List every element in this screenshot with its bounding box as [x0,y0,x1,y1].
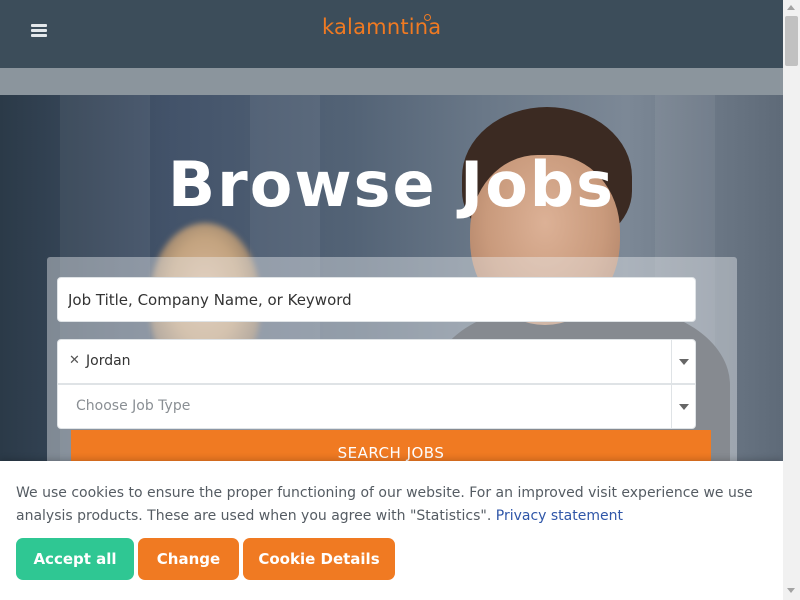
menu-line [31,29,47,32]
change-label: Change [156,550,221,568]
page-title: Browse Jobs [167,148,616,221]
close-icon[interactable]: ✕ [69,353,80,368]
job-type-select[interactable]: Choose Job Type [57,384,696,429]
scroll-down-arrow-icon[interactable] [787,588,795,593]
cookie-details-label: Cookie Details [258,550,380,568]
menu-line [31,34,47,37]
change-button[interactable]: Change [138,538,239,580]
select-divider [671,340,672,383]
select-divider [671,385,672,428]
scrollbar-thumb[interactable] [785,16,798,66]
location-selected-value: Jordan [86,353,131,369]
menu-line [31,24,47,27]
search-jobs-label: SEARCH JOBS [337,444,445,462]
scroll-up-arrow-icon[interactable] [787,5,795,10]
location-select[interactable]: ✕ Jordan [57,339,696,384]
hamburger-menu-icon[interactable] [31,24,47,38]
cookie-details-button[interactable]: Cookie Details [243,538,395,580]
accept-all-button[interactable]: Accept all [16,538,134,580]
sub-navbar [0,68,783,95]
keyword-search-input[interactable] [68,278,668,321]
chevron-down-icon[interactable] [679,359,689,365]
keyword-field [57,277,696,322]
cookie-banner: We use cookies to ensure the proper func… [0,461,783,600]
accept-all-label: Accept all [33,550,117,568]
cookie-message: We use cookies to ensure the proper func… [16,482,766,528]
logo-accent-icon [424,14,431,21]
vertical-scrollbar[interactable] [783,0,800,600]
top-navbar: kalamntina [0,0,783,68]
chevron-down-icon[interactable] [679,404,689,410]
privacy-statement-link[interactable]: Privacy statement [496,508,623,524]
job-type-placeholder: Choose Job Type [76,398,191,414]
cookie-message-text: We use cookies to ensure the proper func… [16,485,753,524]
